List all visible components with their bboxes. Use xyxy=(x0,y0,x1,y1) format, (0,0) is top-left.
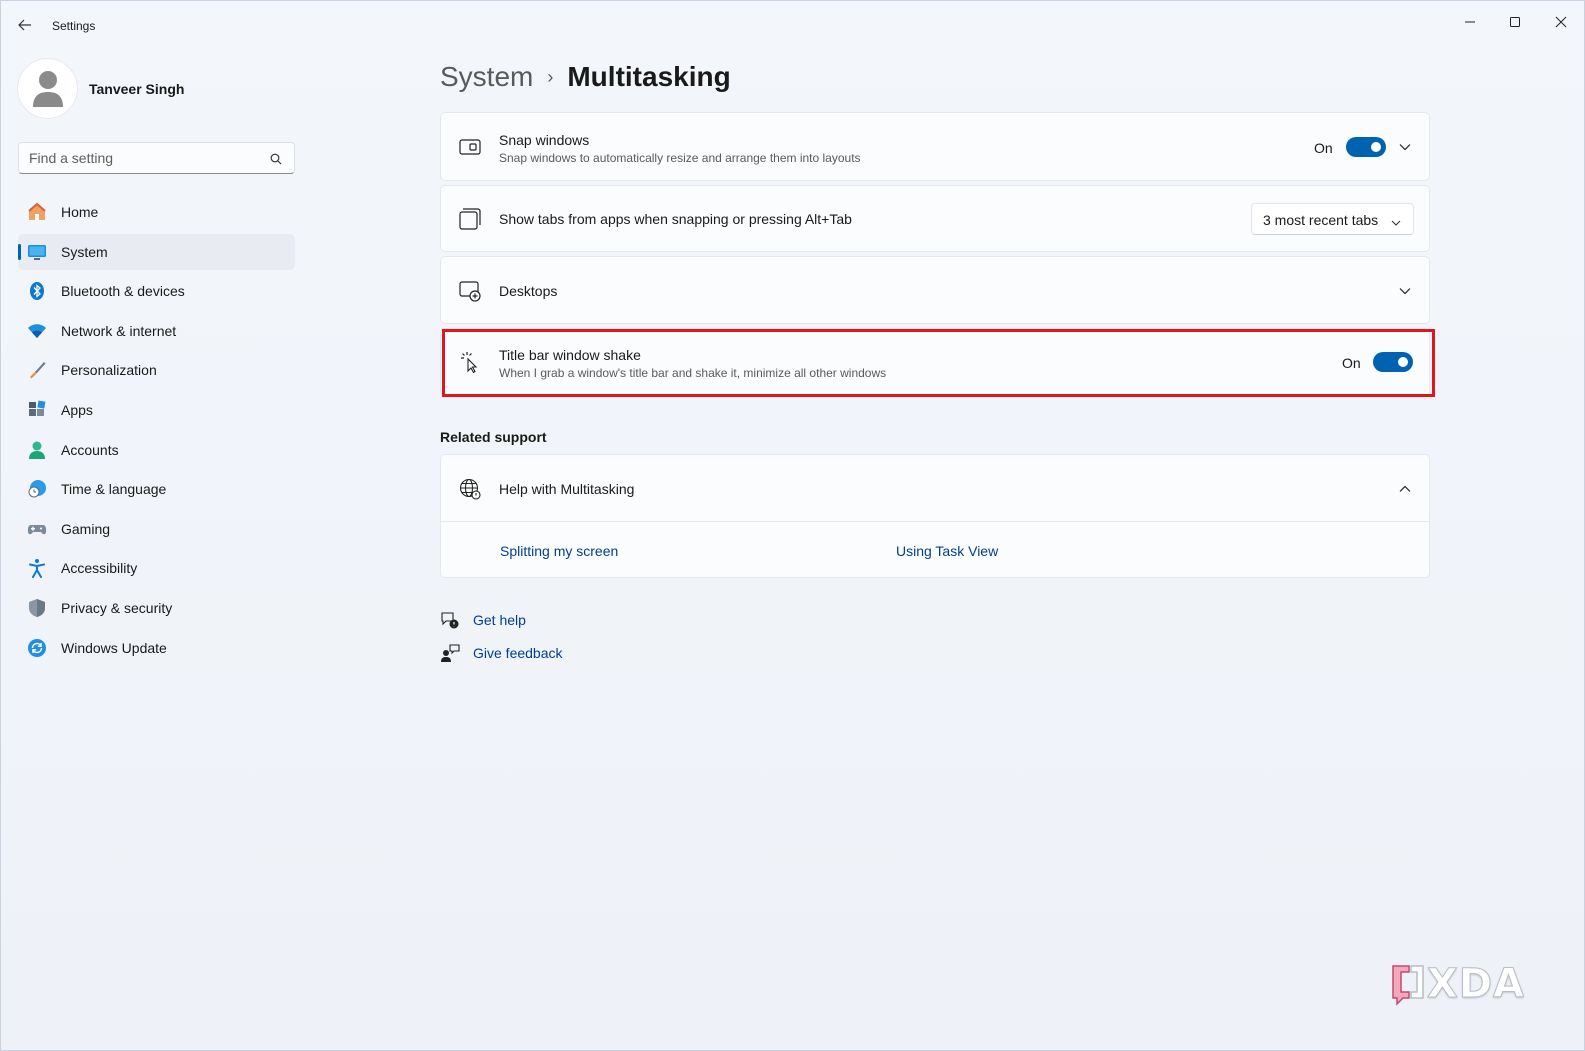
accessibility-icon xyxy=(27,558,47,579)
sidebar-item-label: Windows Update xyxy=(61,639,167,656)
sidebar-item-personalization[interactable]: Personalization xyxy=(18,352,295,388)
sidebar-item-home[interactable]: Home xyxy=(18,194,295,230)
feedback-icon xyxy=(440,643,460,663)
sidebar-item-label: Accounts xyxy=(61,441,119,458)
xda-watermark: XDA xyxy=(1389,961,1525,1008)
desktops-title: Desktops xyxy=(499,283,558,299)
give-feedback-link[interactable]: Give feedback xyxy=(473,645,563,661)
search-icon[interactable] xyxy=(270,152,282,168)
tabs-icon xyxy=(458,207,482,231)
snap-windows-toggle[interactable] xyxy=(1346,137,1386,157)
maximize-icon xyxy=(1510,17,1520,27)
related-support-heading: Related support xyxy=(440,429,547,445)
app-title: Settings xyxy=(52,19,96,33)
search-box[interactable] xyxy=(18,142,295,174)
snap-windows-title: Snap windows xyxy=(499,132,590,148)
chevron-up-icon[interactable] xyxy=(1397,481,1413,497)
desktops-icon xyxy=(458,279,482,303)
minimize-button[interactable] xyxy=(1447,7,1493,37)
page-title: Multitasking xyxy=(567,61,731,92)
user-avatar-icon xyxy=(32,70,63,107)
snap-windows-icon xyxy=(458,135,482,159)
settings-window: Settings Tanveer Singh Find a setting Ho… xyxy=(0,0,1585,1051)
accounts-icon xyxy=(27,440,47,460)
sidebar-item-label: Bluetooth & devices xyxy=(61,283,185,300)
sidebar-item-label: Network & internet xyxy=(61,322,177,339)
user-profile[interactable]: Tanveer Singh xyxy=(18,59,184,118)
bluetooth-icon xyxy=(27,281,47,301)
update-icon xyxy=(27,638,47,658)
wifi-icon xyxy=(27,321,47,341)
maximize-button[interactable] xyxy=(1492,7,1538,37)
sidebar-item-label: System xyxy=(61,243,108,260)
desktops-card[interactable]: Desktops xyxy=(440,256,1430,324)
link-using-task-view[interactable]: Using Task View xyxy=(896,543,998,559)
sidebar-item-privacy[interactable]: Privacy & security xyxy=(18,590,295,626)
snap-windows-card[interactable]: Snap windows Snap windows to automatical… xyxy=(440,112,1430,181)
chevron-down-icon[interactable] xyxy=(1397,283,1413,299)
chevron-down-icon xyxy=(1391,214,1401,230)
chevron-down-icon[interactable] xyxy=(1397,139,1413,155)
give-feedback-row[interactable]: Give feedback xyxy=(440,643,563,663)
sidebar-item-accessibility[interactable]: Accessibility xyxy=(18,550,295,586)
watermark-text: XDA xyxy=(1427,961,1525,1008)
sidebar-item-label: Gaming xyxy=(61,520,111,537)
globe-clock-icon xyxy=(27,479,47,499)
sidebar-item-label: Personalization xyxy=(61,362,157,379)
sidebar-item-accounts[interactable]: Accounts xyxy=(18,432,295,468)
sidebar-item-system[interactable]: System xyxy=(18,233,295,270)
apps-icon xyxy=(27,400,47,420)
search-input[interactable] xyxy=(29,150,259,166)
breadcrumb: System › Multitasking xyxy=(440,59,731,95)
sidebar-item-windows-update[interactable]: Windows Update xyxy=(18,630,295,666)
xda-logo-icon xyxy=(1392,965,1424,1006)
tabs-count-dropdown[interactable]: 3 most recent tabs xyxy=(1251,203,1414,235)
get-help-icon xyxy=(440,610,460,630)
sidebar-item-time-language[interactable]: Time & language xyxy=(18,471,295,507)
close-icon xyxy=(1555,16,1567,28)
sidebar-item-gaming[interactable]: Gaming xyxy=(18,511,295,547)
minimize-icon xyxy=(1465,21,1475,23)
globe-icon xyxy=(458,477,482,501)
sidebar-item-label: Home xyxy=(61,204,99,220)
user-name: Tanveer Singh xyxy=(89,80,185,97)
breadcrumb-parent[interactable]: System xyxy=(440,61,533,93)
sidebar-item-label: Privacy & security xyxy=(61,599,173,616)
show-tabs-title: Show tabs from apps when snapping or pre… xyxy=(499,211,852,227)
title-bar: Settings xyxy=(1,1,1584,49)
breadcrumb-separator: › xyxy=(547,66,554,87)
sidebar-item-bluetooth[interactable]: Bluetooth & devices xyxy=(18,273,295,309)
shield-icon xyxy=(27,598,47,618)
back-button[interactable] xyxy=(13,15,37,35)
sidebar-item-network[interactable]: Network & internet xyxy=(18,313,295,349)
help-header[interactable]: Help with Multitasking xyxy=(441,455,1429,522)
brush-icon xyxy=(27,360,47,380)
dropdown-value: 3 most recent tabs xyxy=(1263,212,1379,228)
gamepad-icon xyxy=(27,519,47,539)
system-icon xyxy=(27,242,47,262)
home-icon xyxy=(27,202,47,222)
highlight-box xyxy=(442,329,1435,397)
link-splitting-screen[interactable]: Splitting my screen xyxy=(500,543,618,559)
help-card: Help with Multitasking Splitting my scre… xyxy=(440,454,1430,578)
sidebar-item-apps[interactable]: Apps xyxy=(18,392,295,428)
back-arrow-icon xyxy=(18,19,31,31)
sidebar-item-label: Apps xyxy=(61,401,93,418)
snap-windows-description: Snap windows to automatically resize and… xyxy=(499,151,861,165)
close-button[interactable] xyxy=(1538,7,1584,37)
get-help-row[interactable]: Get help xyxy=(440,610,526,630)
get-help-link[interactable]: Get help xyxy=(473,612,526,628)
help-title: Help with Multitasking xyxy=(499,481,635,497)
sidebar-item-label: Accessibility xyxy=(61,560,138,577)
snap-windows-state: On xyxy=(1314,140,1333,156)
avatar xyxy=(18,59,77,118)
sidebar-nav: Home System Bluetooth & devices Network … xyxy=(18,194,295,669)
show-tabs-card: Show tabs from apps when snapping or pre… xyxy=(440,185,1430,252)
sidebar-item-label: Time & language xyxy=(61,481,167,498)
